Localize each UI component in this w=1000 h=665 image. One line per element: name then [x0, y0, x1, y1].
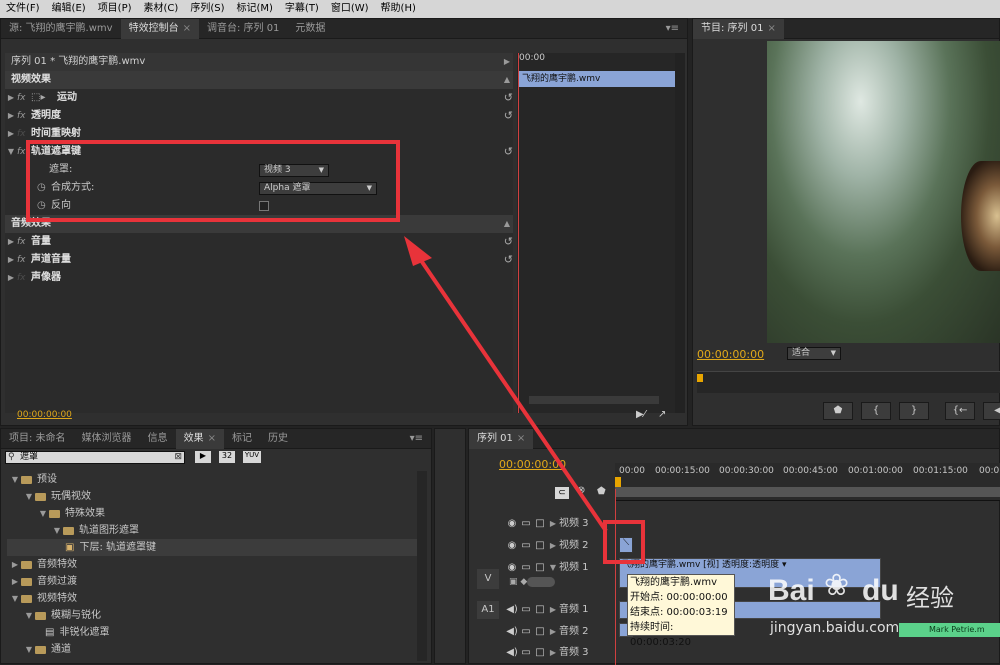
annotation-arrow — [404, 236, 608, 533]
baidu-watermark: Bai ❀ du 经验 jingyan.baidu.com — [768, 568, 954, 636]
paw-icon: ❀ — [824, 568, 850, 603]
